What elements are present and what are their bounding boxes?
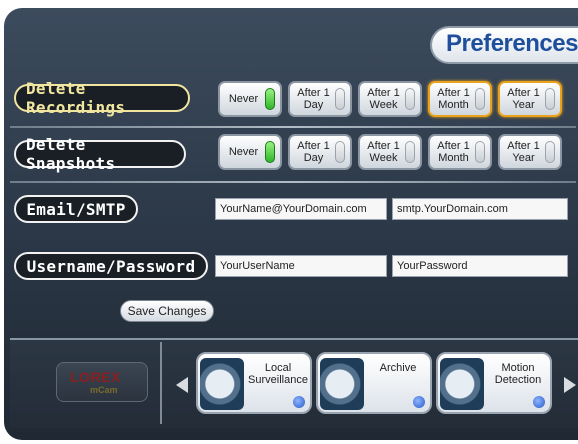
password-field[interactable]: YourPassword <box>392 255 568 277</box>
username-field[interactable]: YourUserName <box>215 255 387 277</box>
snapshots-never-option[interactable]: Never <box>218 134 282 170</box>
recordings-after-1-year-option[interactable]: After 1 Year <box>498 81 562 117</box>
logo-sub: mCam <box>90 385 118 395</box>
toggle-on-icon <box>265 88 275 110</box>
toggle-off-icon <box>545 88 555 110</box>
divider <box>10 126 576 128</box>
toggle-off-icon <box>545 141 555 163</box>
go-arrow-icon <box>533 396 545 408</box>
page-title: Preferences <box>446 30 578 57</box>
option-label: After 1 Month <box>437 140 470 164</box>
toggle-off-icon <box>475 141 485 163</box>
motion-figure-icon <box>440 358 484 410</box>
go-arrow-icon <box>413 396 425 408</box>
delete-snapshots-label: Delete Snapshots <box>14 135 186 173</box>
nav-card-motion-detection[interactable]: Motion Detection <box>436 352 552 414</box>
film-reel-icon <box>320 358 364 410</box>
option-label: Never <box>228 146 259 158</box>
option-label: After 1 Day <box>297 87 330 111</box>
email-smtp-label: Email/SMTP <box>14 195 138 223</box>
option-label: After 1 Week <box>367 87 400 111</box>
recordings-after-1-week-option[interactable]: After 1 Week <box>358 81 422 117</box>
toggle-off-icon <box>405 88 415 110</box>
option-label: After 1 Month <box>437 87 470 111</box>
nav-card-label: Local Surveillance <box>248 362 308 386</box>
option-label: After 1 Year <box>507 140 540 164</box>
snapshots-after-1-month-option[interactable]: After 1 Month <box>428 134 492 170</box>
nav-card-label: Archive <box>379 362 417 374</box>
logo-brand: LOREX <box>70 369 121 385</box>
scroll-left-icon[interactable] <box>176 377 188 393</box>
option-label: Never <box>228 93 259 105</box>
divider <box>10 181 576 183</box>
toggle-off-icon <box>335 88 345 110</box>
recordings-after-1-day-option[interactable]: After 1 Day <box>288 81 352 117</box>
camera-dome-icon <box>200 358 244 410</box>
nav-card-label: Motion Detection <box>494 362 542 386</box>
delete-recordings-label: Delete Recordings <box>14 79 190 117</box>
go-arrow-icon <box>293 396 305 408</box>
nav-card-local-surveillance[interactable]: Local Surveillance <box>196 352 312 414</box>
save-changes-button[interactable]: Save Changes <box>120 300 214 322</box>
smtp-field[interactable]: smtp.YourDomain.com <box>392 198 568 220</box>
username-password-label: Username/Password <box>14 252 208 280</box>
nav-card-archive[interactable]: Archive <box>316 352 432 414</box>
toggle-off-icon <box>475 88 485 110</box>
recordings-after-1-month-option[interactable]: After 1 Month <box>428 81 492 117</box>
email-field[interactable]: YourName@YourDomain.com <box>215 198 387 220</box>
recordings-never-option[interactable]: Never <box>218 81 282 117</box>
snapshots-after-1-year-option[interactable]: After 1 Year <box>498 134 562 170</box>
toggle-off-icon <box>335 141 345 163</box>
snapshots-after-1-week-option[interactable]: After 1 Week <box>358 134 422 170</box>
option-label: After 1 Year <box>507 87 540 111</box>
snapshots-after-1-day-option[interactable]: After 1 Day <box>288 134 352 170</box>
scroll-right-icon[interactable] <box>564 377 576 393</box>
vertical-divider <box>160 342 162 424</box>
option-label: After 1 Week <box>367 140 400 164</box>
toggle-on-icon <box>265 141 275 163</box>
toggle-off-icon <box>405 141 415 163</box>
option-label: After 1 Day <box>297 140 330 164</box>
